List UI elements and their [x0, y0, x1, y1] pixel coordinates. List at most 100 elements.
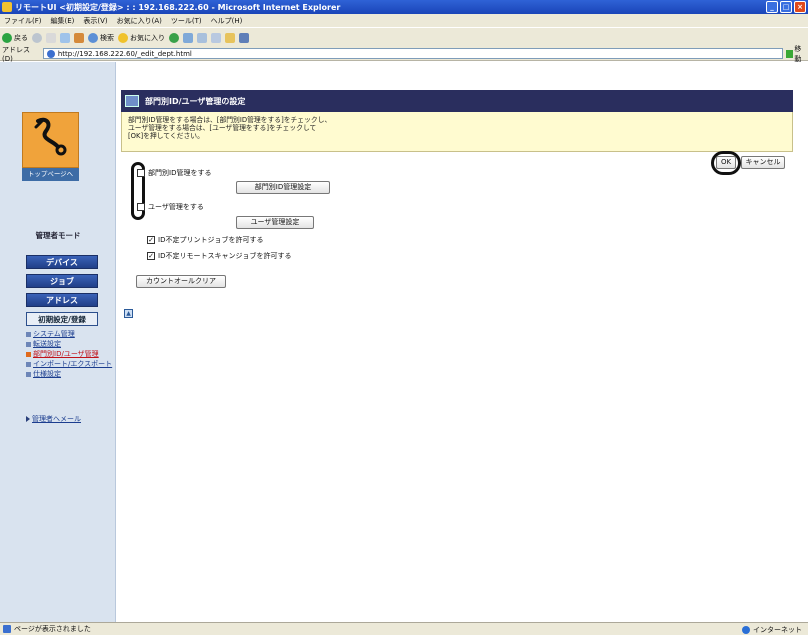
section-title: 部門別ID/ユーザ管理の設定 [145, 96, 246, 106]
page-top-icon[interactable]: ▲ [124, 309, 133, 318]
go-arrow-icon [785, 49, 794, 58]
dept-id-label: 部門別ID管理をする [148, 169, 212, 177]
zone-label: インターネット [753, 626, 802, 634]
home-icon[interactable] [74, 32, 84, 43]
search-label: 検索 [100, 33, 114, 42]
sidebar: トップページへ 管理者モード デバイス ジョブ アドレス 初期設定/登録 システ… [0, 62, 116, 622]
back-button[interactable]: 戻る [2, 32, 28, 43]
history-icon[interactable] [169, 32, 179, 43]
submenu-label: 転送設定 [33, 340, 61, 348]
instruction-line: ユーザ管理をする場合は、[ユーザ管理をする]をチェックして [128, 124, 317, 132]
submenu-spec[interactable]: 仕様設定 [26, 370, 114, 378]
search-icon [88, 32, 98, 43]
messenger-icon[interactable] [239, 32, 249, 43]
address-label: アドレス(D) [2, 45, 30, 63]
allow-scan-label: ID不定リモートスキャンジョブを許可する [158, 252, 292, 260]
nav-device[interactable]: デバイス [26, 255, 98, 269]
nav-job[interactable]: ジョブ [26, 274, 98, 288]
maximize-button[interactable]: □ [780, 1, 792, 13]
submenu-label: 部門別ID/ユーザ管理 [33, 350, 99, 358]
allow-scan-checkbox[interactable]: ✓ [147, 252, 155, 260]
close-button[interactable]: × [794, 1, 806, 13]
logo-icon [34, 117, 66, 156]
status-text: ページが表示されました [14, 625, 91, 633]
settings-page-icon [125, 95, 139, 107]
browser-toolbar: 戻る 検索 お気に入り [0, 27, 808, 47]
minimize-button[interactable]: _ [766, 1, 778, 13]
triangle-icon [26, 416, 30, 422]
instruction-line: 部門別ID管理をする場合は、[部門別ID管理をする]をチェックし、 [128, 116, 332, 124]
count-all-clear-button[interactable]: カウントオールクリア [136, 275, 226, 288]
remote-ui-logo[interactable] [22, 112, 79, 168]
submenu-transfer[interactable]: 転送設定 [26, 340, 114, 348]
submenu-dept-user[interactable]: 部門別ID/ユーザ管理 [26, 350, 114, 358]
top-page-link[interactable]: トップページへ [22, 168, 79, 181]
page-viewport: トップページへ 管理者モード デバイス ジョブ アドレス 初期設定/登録 システ… [0, 62, 808, 622]
ie-icon [2, 2, 12, 12]
submenu-system[interactable]: システム管理 [26, 330, 114, 338]
admin-mail-label: 管理者へメール [32, 415, 81, 423]
submenu-label: システム管理 [33, 330, 75, 338]
dept-id-row: 部門別ID管理をする [137, 168, 211, 178]
bullet-icon [26, 372, 31, 377]
bullet-icon [26, 352, 31, 357]
menu-view[interactable]: 表示(V) [83, 16, 107, 26]
menu-tools[interactable]: ツール(T) [171, 16, 202, 26]
stop-icon[interactable] [46, 32, 56, 43]
menu-help[interactable]: ヘルプ(H) [211, 16, 243, 26]
bullet-icon [26, 332, 31, 337]
globe-icon [742, 626, 750, 634]
user-settings-button[interactable]: ユーザ管理設定 [236, 216, 314, 229]
menu-bar: ファイル(F) 編集(E) 表示(V) お気に入り(A) ツール(T) ヘルプ(… [0, 14, 808, 27]
admin-mail-link[interactable]: 管理者へメール [26, 414, 81, 424]
user-mgmt-row: ユーザ管理をする [137, 202, 204, 212]
settings-submenu: システム管理 転送設定 部門別ID/ユーザ管理 インポート/エクスポート 仕様設… [26, 330, 114, 380]
allow-print-row: ✓ ID不定プリントジョブを許可する [147, 235, 263, 245]
back-label: 戻る [14, 33, 28, 42]
status-bar: ページが表示されました インターネット [0, 622, 808, 635]
search-button[interactable]: 検索 [88, 32, 114, 43]
submenu-label: インポート/エクスポート [33, 360, 113, 368]
user-mgmt-label: ユーザ管理をする [148, 203, 204, 211]
submenu-label: 仕様設定 [33, 370, 61, 378]
admin-mode-label: 管理者モード [35, 231, 81, 240]
bullet-icon [26, 342, 31, 347]
address-url: http://192.168.222.60/_edit_dept.html [57, 49, 192, 58]
refresh-icon[interactable] [60, 32, 70, 43]
star-icon [118, 32, 128, 43]
allow-scan-row: ✓ ID不定リモートスキャンジョブを許可する [147, 251, 291, 261]
go-button[interactable]: 移動 [785, 44, 808, 64]
page-icon [46, 49, 55, 58]
window-titlebar: リモートUI <初期設定/登録> : : 192.168.222.60 - Mi… [0, 0, 808, 14]
mail-icon[interactable] [183, 32, 193, 43]
submenu-import-export[interactable]: インポート/エクスポート [26, 360, 114, 368]
forward-arrow-icon[interactable] [32, 32, 42, 43]
menu-favorites[interactable]: お気に入り(A) [117, 16, 162, 26]
user-mgmt-checkbox[interactable] [137, 203, 145, 211]
edit-icon[interactable] [211, 32, 221, 43]
print-icon[interactable] [197, 32, 207, 43]
favorites-label: お気に入り [130, 33, 165, 42]
menu-edit[interactable]: 編集(E) [51, 16, 75, 26]
allow-print-label: ID不定プリントジョブを許可する [158, 236, 264, 244]
section-header: 部門別ID/ユーザ管理の設定 [121, 90, 793, 112]
bullet-icon [26, 362, 31, 367]
ok-button[interactable]: OK [716, 156, 736, 169]
favorites-button[interactable]: お気に入り [118, 32, 165, 43]
nav-address[interactable]: アドレス [26, 293, 98, 307]
instruction-box: 部門別ID管理をする場合は、[部門別ID管理をする]をチェックし、 ユーザ管理を… [121, 112, 793, 152]
cancel-button[interactable]: キャンセル [741, 156, 785, 169]
address-input[interactable]: http://192.168.222.60/_edit_dept.html [42, 48, 783, 59]
page-loaded-icon [3, 625, 11, 633]
folder-icon[interactable] [225, 32, 235, 43]
allow-print-checkbox[interactable]: ✓ [147, 236, 155, 244]
nav-settings[interactable]: 初期設定/登録 [26, 312, 98, 326]
go-label: 移動 [794, 44, 802, 63]
dept-id-checkbox[interactable] [137, 169, 145, 177]
instruction-text: 部門別ID管理をする場合は、[部門別ID管理をする]をチェックし、 ユーザ管理を… [128, 116, 331, 140]
address-bar: アドレス(D) http://192.168.222.60/_edit_dept… [0, 44, 808, 64]
security-zone: インターネット [742, 625, 802, 635]
dept-id-settings-button[interactable]: 部門別ID管理設定 [236, 181, 330, 194]
menu-file[interactable]: ファイル(F) [4, 16, 42, 26]
back-arrow-icon [2, 32, 12, 43]
